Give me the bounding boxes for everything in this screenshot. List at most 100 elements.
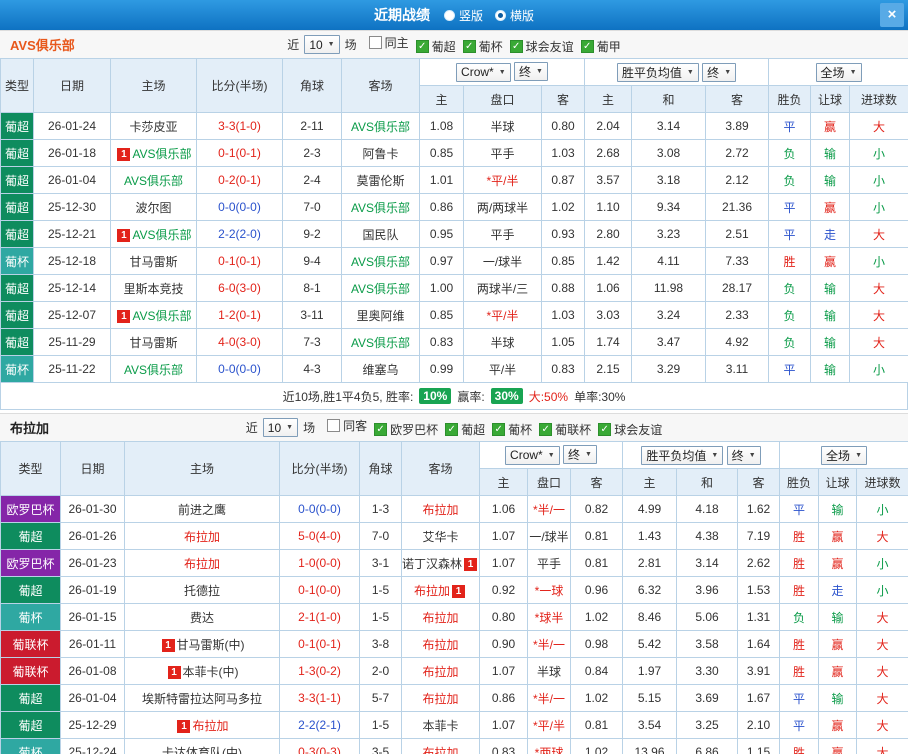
scope-select[interactable]: 全场 ▼: [815, 62, 862, 82]
odds-stage-select[interactable]: 终 ▼: [514, 62, 548, 82]
match-count-select[interactable]: 10 ▼: [262, 418, 299, 437]
home-team-name[interactable]: 卡莎皮亚: [129, 120, 177, 134]
away-team-name[interactable]: 莫雷伦斯: [356, 174, 404, 188]
avg-away: 1.53: [736, 576, 781, 604]
layout-radio-option[interactable]: 横版: [495, 7, 534, 24]
checkbox-unchecked-icon: [368, 36, 382, 49]
away-team-name[interactable]: AVS俱乐部: [351, 336, 410, 350]
league-type-badge: 葡超: [0, 301, 34, 329]
filter-checkbox[interactable]: ✓ 葡杯: [492, 421, 532, 438]
home-team-name[interactable]: 里斯本竞技: [123, 282, 183, 296]
home-team-name[interactable]: 甘马雷斯: [129, 336, 177, 350]
away-team-name[interactable]: 布拉加: [422, 503, 458, 517]
home-team-name[interactable]: AVS俱乐部: [132, 147, 191, 161]
result-goals: 大: [856, 738, 908, 754]
home-team-name[interactable]: AVS俱乐部: [132, 228, 191, 242]
avg-stage-select[interactable]: 终 ▼: [726, 445, 761, 465]
league-type-badge: 葡超: [0, 328, 34, 356]
away-team-name[interactable]: 布拉加: [414, 584, 450, 598]
away-team-name[interactable]: AVS俱乐部: [351, 120, 410, 134]
match-row: 葡超 25-12-29 1 布拉加 2-2(2-1) 1-5 本菲卡 1.07 *平/半 0.81…: [0, 711, 908, 739]
col-sub-handicap-result: 让球: [810, 85, 851, 113]
rate-badge: 30%: [490, 388, 523, 404]
home-team-name[interactable]: AVS俱乐部: [132, 309, 191, 323]
filter-checkbox[interactable]: ✓ 葡甲: [580, 38, 621, 55]
home-team-name[interactable]: 波尔图: [135, 201, 171, 215]
away-team-name[interactable]: 阿鲁卡: [362, 147, 398, 161]
match-count-select[interactable]: 10 ▼: [304, 35, 340, 54]
away-team-name[interactable]: 布拉加: [422, 692, 458, 706]
away-team-name[interactable]: 维塞乌: [362, 363, 398, 377]
home-team-name[interactable]: 布拉加: [184, 557, 220, 571]
away-team-name[interactable]: 布拉加: [422, 665, 458, 679]
away-team-name[interactable]: 艾华卡: [422, 530, 458, 544]
league-type-badge: 葡杯: [0, 738, 61, 754]
home-team-name[interactable]: 布拉加: [184, 530, 220, 544]
filter-checkbox[interactable]: ✓ 欧罗巴杯: [374, 421, 438, 438]
away-team-name[interactable]: 本菲卡: [422, 719, 458, 733]
odds-company-select[interactable]: Crow* ▼: [505, 445, 560, 465]
scope-select[interactable]: 全场 ▼: [821, 445, 867, 465]
avg-odds-select[interactable]: 胜平负均值 ▼: [616, 62, 699, 82]
home-team-name[interactable]: 布拉加: [192, 719, 228, 733]
avg-draw: 3.14: [676, 549, 738, 577]
away-team-name[interactable]: 布拉加: [422, 746, 458, 754]
layout-radio-option[interactable]: 竖版: [443, 7, 483, 24]
away-team-name[interactable]: 布拉加: [422, 638, 458, 652]
filter-checkbox[interactable]: 同客: [327, 417, 367, 434]
away-team-name[interactable]: 布拉加: [422, 611, 458, 625]
filter-checkbox[interactable]: ✓ 葡杯: [462, 38, 503, 55]
matches-table-braga: 类型 日期 主场 比分(半场) 角球 客场 Crow* ▼ 终 ▼ 胜平负均值 ▼ 终…: [0, 441, 908, 754]
rank-badge: 1: [177, 719, 191, 733]
home-team-name[interactable]: 托德拉: [184, 584, 220, 598]
match-score: 3-3(1-1): [279, 684, 360, 712]
home-team-name[interactable]: 甘马雷斯: [129, 255, 177, 269]
home-team-cell: 1 AVS俱乐部: [110, 220, 197, 248]
home-team-cell: 1 布拉加: [124, 711, 280, 739]
odds-company-select[interactable]: Crow* ▼: [456, 62, 511, 82]
result-outcome: 负: [768, 139, 812, 167]
avg-home: 2.81: [622, 549, 677, 577]
away-team-name[interactable]: 国民队: [362, 228, 398, 242]
match-date: 26-01-15: [60, 603, 125, 631]
home-team-cell: AVS俱乐部: [110, 166, 197, 194]
col-sub-avg-draw: 和: [676, 468, 738, 496]
title-bar-center: 近期战绩 竖版 横版: [0, 5, 908, 25]
filter-checkbox[interactable]: ✓ 球会友谊: [598, 421, 662, 438]
home-team-name[interactable]: 甘马雷斯(中): [177, 638, 245, 652]
odds-home: 0.90: [479, 630, 528, 658]
filter-checkbox[interactable]: ✓ 葡超: [415, 38, 456, 55]
home-team-name[interactable]: 埃斯特雷拉达阿马多拉: [142, 692, 262, 706]
home-team-name[interactable]: AVS俱乐部: [124, 363, 183, 377]
away-team-cell: 布拉加: [401, 630, 480, 658]
home-team-name[interactable]: 前进之鹰: [178, 503, 226, 517]
result-goals: 小: [849, 166, 908, 194]
odds-stage-select[interactable]: 终 ▼: [563, 445, 597, 465]
odds-handicap: *一球: [527, 576, 571, 604]
away-team-name[interactable]: 诺丁汉森林: [403, 557, 463, 571]
result-outcome: 胜: [779, 738, 820, 754]
away-team-name[interactable]: AVS俱乐部: [351, 255, 410, 269]
checkbox-checked-icon: ✓: [374, 423, 388, 436]
result-goals: 大: [849, 112, 908, 140]
odds-home: 1.00: [419, 274, 464, 302]
away-team-name[interactable]: AVS俱乐部: [351, 201, 410, 215]
home-team-name[interactable]: AVS俱乐部: [124, 174, 183, 188]
away-team-name[interactable]: AVS俱乐部: [351, 282, 410, 296]
away-team-cell: AVS俱乐部: [341, 112, 420, 140]
filter-checkbox[interactable]: ✓ 球会友谊: [509, 38, 574, 55]
match-row: 欧罗巴杯 26-01-23 布拉加 1-0(0-0) 3-1 诺丁汉森林 1 1.07 平手 0.…: [0, 549, 908, 577]
filter-checkbox[interactable]: ✓ 葡超: [445, 421, 485, 438]
close-icon[interactable]: ×: [880, 3, 904, 27]
home-team-name[interactable]: 卡达体育队(中): [162, 746, 242, 754]
filter-checkbox[interactable]: ✓ 葡联杯: [539, 421, 591, 438]
league-filter-group: 同主 ✓ 葡超 ✓ 葡杯 ✓ 球会友谊 ✓ 葡甲: [362, 34, 621, 55]
avg-odds-select[interactable]: 胜平负均值 ▼: [641, 445, 724, 465]
home-team-name[interactable]: 费达: [190, 611, 214, 625]
home-team-name[interactable]: 本菲卡(中): [183, 665, 239, 679]
odds-group-header: Crow* ▼ 终 ▼: [419, 58, 585, 86]
avg-stage-select[interactable]: 终 ▼: [702, 62, 737, 82]
home-team-cell: 甘马雷斯: [110, 247, 197, 275]
filter-checkbox[interactable]: 同主: [368, 34, 409, 51]
away-team-name[interactable]: 里奥阿维: [356, 309, 404, 323]
